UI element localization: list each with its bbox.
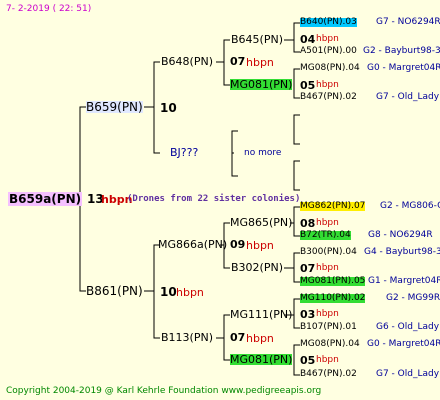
gen2-b113-queen[interactable]: B113(PN) bbox=[161, 332, 213, 343]
gen4-queen-6[interactable]: B72(TR).04 bbox=[300, 231, 351, 240]
drones-note: (Drones from 22 sister colonies) bbox=[127, 194, 301, 204]
gen3-mg081b-queen[interactable]: MG081(PN) bbox=[230, 354, 293, 365]
gen4-info-10: G6 - Old_Lady bbox=[376, 322, 440, 332]
no-more-label: no more bbox=[244, 148, 282, 158]
gen4-info-9: G2 - MG99R bbox=[386, 293, 440, 303]
gen4-queen-2[interactable]: A501(PN).00 bbox=[300, 47, 357, 56]
gen4-info-3: G0 - Margret04R bbox=[367, 63, 440, 73]
gen3-mg111-hbpn: hbpn bbox=[316, 309, 339, 319]
gen2-b113-number: 07 bbox=[230, 331, 246, 344]
gen3-b302-hbpn: hbpn bbox=[316, 263, 339, 273]
gen3-mg111-queen[interactable]: MG111(PN) bbox=[230, 309, 292, 320]
gen1-upper-queen[interactable]: B659(PN) bbox=[86, 101, 143, 113]
gen4-queen-12[interactable]: B467(PN).02 bbox=[300, 370, 357, 379]
gen2-b113-hbpn: hbpn bbox=[246, 332, 274, 345]
gen4-info-6: G8 - NO6294R bbox=[368, 230, 433, 240]
gen4-queen-7[interactable]: B300(PN).04 bbox=[300, 248, 357, 257]
gen2-mg866a-queen[interactable]: MG866a(PN) bbox=[158, 239, 227, 250]
gen4-queen-10[interactable]: B107(PN).01 bbox=[300, 323, 357, 332]
gen3-b645-hbpn: hbpn bbox=[316, 34, 339, 44]
gen3-mg111-number: 03 bbox=[300, 308, 316, 321]
gen3-b302-queen[interactable]: B302(PN) bbox=[231, 262, 283, 273]
gen3-mg081a-number: 05 bbox=[300, 79, 316, 92]
gen4-queen-11[interactable]: MG08(PN).04 bbox=[300, 340, 360, 349]
gen3-mg865-hbpn: hbpn bbox=[316, 218, 339, 228]
gen4-info-1: G7 - NO6294R bbox=[376, 17, 440, 27]
gen3-mg865-number: 08 bbox=[300, 217, 316, 230]
gen4-info-5: G2 - MG806-Q bbox=[380, 201, 440, 211]
gen4-queen-3[interactable]: MG08(PN).04 bbox=[300, 64, 360, 73]
gen4-queen-5[interactable]: MG862(PN).07 bbox=[300, 202, 366, 211]
gen4-queen-4[interactable]: B467(PN).02 bbox=[300, 93, 357, 102]
gen3-b302-number: 07 bbox=[300, 262, 316, 275]
gen3-b645-queen[interactable]: B645(PN) bbox=[231, 34, 283, 45]
gen1-upper-number: 10 bbox=[160, 101, 177, 115]
gen4-queen-8[interactable]: MG081(PN).05 bbox=[300, 277, 366, 286]
gen4-info-11: G0 - Margret04R bbox=[367, 339, 440, 349]
gen2-mg866a-hbpn: hbpn bbox=[246, 239, 274, 252]
gen4-info-2: G2 - Bayburt98-3 bbox=[363, 46, 440, 56]
gen3-mg865-queen[interactable]: MG865(PN) bbox=[230, 217, 292, 228]
gen4-queen-9[interactable]: MG110(PN).02 bbox=[300, 294, 366, 303]
gen3-b645-number: 04 bbox=[300, 33, 316, 46]
gen1-lower-queen[interactable]: B861(PN) bbox=[86, 285, 143, 297]
gen4-info-7: G4 - Bayburt98-3 bbox=[364, 247, 440, 257]
gen3-mg081b-hbpn: hbpn bbox=[316, 355, 339, 365]
gen4-info-12: G7 - Old_Lady bbox=[376, 369, 440, 379]
gen3-mg081a-queen[interactable]: MG081(PN) bbox=[230, 79, 293, 90]
gen3-mg081b-number: 05 bbox=[300, 354, 316, 367]
gen2-b648-queen[interactable]: B648(PN) bbox=[161, 56, 213, 67]
gen1-lower-hbpn: hbpn bbox=[176, 286, 204, 299]
gen4-queen-1[interactable]: B640(PN).03 bbox=[300, 18, 357, 27]
root-queen[interactable]: B659a(PN) bbox=[8, 192, 83, 206]
gen2-b648-hbpn: hbpn bbox=[246, 56, 274, 69]
gen1-lower-number: 10 bbox=[160, 285, 177, 299]
copyright-footer: Copyright 2004-2019 @ Karl Kehrle Founda… bbox=[6, 386, 322, 396]
gen2-bj-queen[interactable]: BJ??? bbox=[170, 147, 198, 158]
pedigree-page: { "header": {"date": "7- 2-2019 ( 22: 51… bbox=[0, 0, 440, 400]
gen3-mg081a-hbpn: hbpn bbox=[316, 80, 339, 90]
gen4-info-8: G1 - Margret04R bbox=[368, 276, 440, 286]
gen2-mg866a-number: 09 bbox=[230, 238, 246, 251]
date-stamp: 7- 2-2019 ( 22: 51) bbox=[6, 4, 92, 14]
gen4-info-4: G7 - Old_Lady bbox=[376, 92, 440, 102]
gen2-b648-number: 07 bbox=[230, 55, 246, 68]
